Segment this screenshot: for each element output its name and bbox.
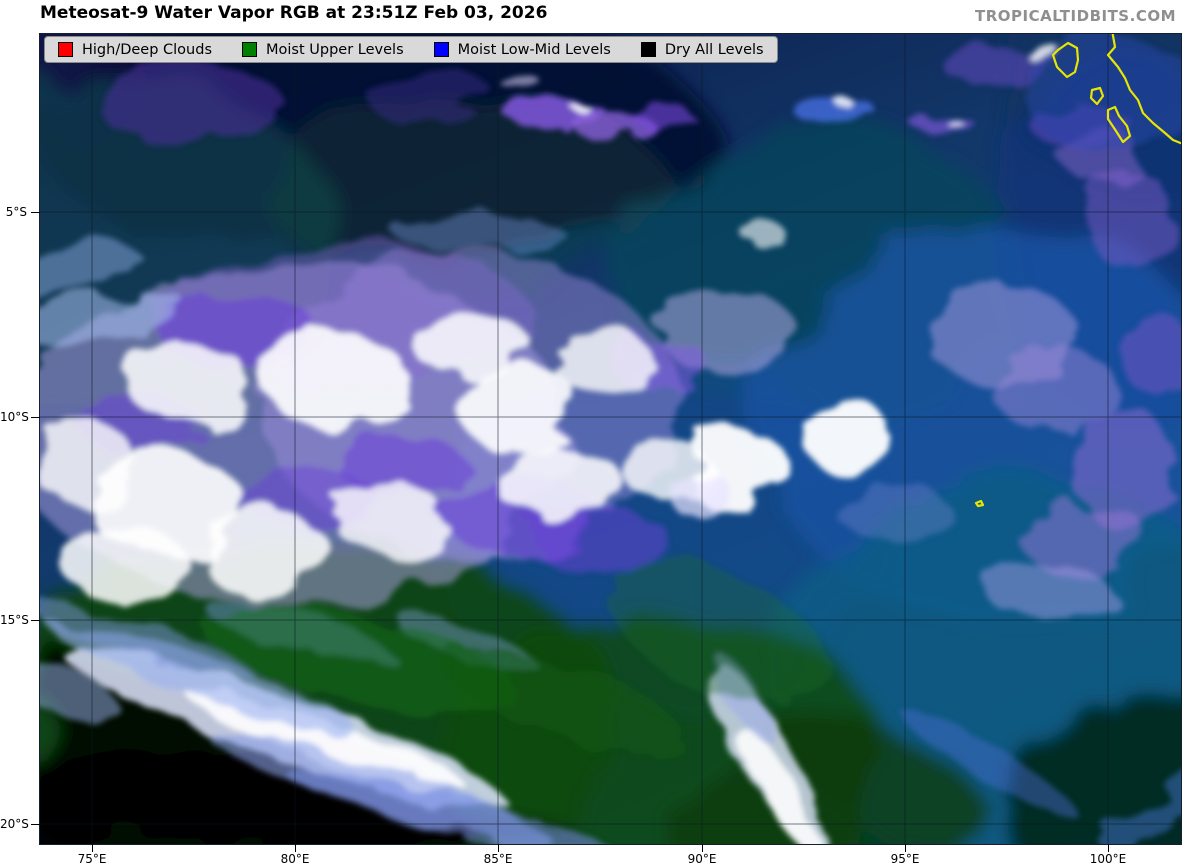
lat-label-5s: 5°S (0, 205, 27, 219)
lon-tick (92, 844, 93, 852)
lat-label-10s: 10°S (0, 410, 27, 424)
lon-tick (905, 844, 906, 852)
lon-tick (498, 844, 499, 852)
lat-label-20s: 20°S (0, 817, 27, 831)
dry-all-levels-swatch (641, 42, 656, 57)
legend-label: Dry All Levels (665, 42, 764, 58)
high-deep-clouds-swatch (58, 42, 73, 57)
lon-tick (702, 844, 703, 852)
legend-label: Moist Low-Mid Levels (458, 42, 611, 58)
page-title: Meteosat-9 Water Vapor RGB at 23:51Z Feb… (40, 3, 547, 23)
legend-label: High/Deep Clouds (82, 42, 212, 58)
lat-tick (31, 212, 40, 213)
lat-label-15s: 15°S (0, 613, 27, 627)
legend-item-dry-all-levels: Dry All Levels (641, 42, 764, 58)
lat-tick (31, 417, 40, 418)
watermark: TROPICALTIDBITS.COM (975, 7, 1176, 25)
legend-label: Moist Upper Levels (266, 42, 404, 58)
moist-upper-levels-swatch (242, 42, 257, 57)
lon-label-85e: 85°E (468, 852, 528, 866)
lat-tick (31, 620, 40, 621)
lon-label-75e: 75°E (62, 852, 122, 866)
lat-tick (31, 824, 40, 825)
satellite-viewer-page: Meteosat-9 Water Vapor RGB at 23:51Z Feb… (0, 0, 1200, 867)
legend: High/Deep Clouds Moist Upper Levels Mois… (44, 36, 778, 63)
lon-label-90e: 90°E (672, 852, 732, 866)
legend-item-moist-low-mid-levels: Moist Low-Mid Levels (434, 42, 611, 58)
lon-label-80e: 80°E (265, 852, 325, 866)
lon-label-100e: 100°E (1078, 852, 1138, 866)
moist-low-mid-levels-swatch (434, 42, 449, 57)
satellite-imagery (40, 34, 1181, 844)
lon-label-95e: 95°E (875, 852, 935, 866)
legend-item-moist-upper-levels: Moist Upper Levels (242, 42, 404, 58)
legend-item-high-deep-clouds: High/Deep Clouds (58, 42, 212, 58)
lon-tick (295, 844, 296, 852)
satellite-map: High/Deep Clouds Moist Upper Levels Mois… (40, 34, 1181, 844)
lon-tick (1108, 844, 1109, 852)
